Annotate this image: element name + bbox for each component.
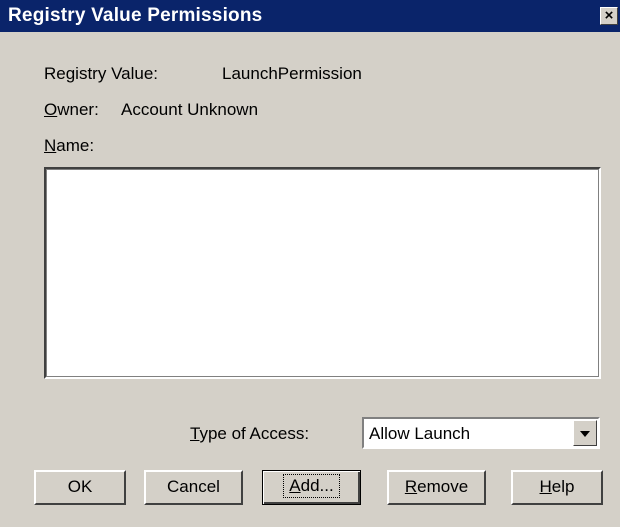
cancel-button[interactable]: Cancel — [144, 470, 243, 505]
type-of-access-value: Allow Launch — [369, 424, 471, 443]
window-title: Registry Value Permissions — [8, 5, 263, 26]
registry-value-permissions-dialog: Registry Value Permissions × Registry Va… — [0, 0, 620, 527]
name-label-rest: ame: — [56, 136, 95, 155]
help-mnemonic: H — [539, 477, 552, 496]
close-button[interactable]: × — [600, 7, 618, 25]
add-rest: dd... — [300, 476, 334, 495]
name-label: Name: — [44, 136, 94, 156]
owner-value: Account Unknown — [121, 100, 259, 119]
chevron-down-icon[interactable] — [573, 420, 597, 446]
owner-label-rest: wner: — [57, 100, 99, 119]
remove-button[interactable]: Remove — [387, 470, 486, 505]
help-button[interactable]: Help — [511, 470, 603, 505]
registry-value-text: LaunchPermission — [222, 64, 362, 83]
add-button[interactable]: Add... — [262, 470, 361, 505]
remove-rest: emove — [417, 477, 469, 496]
names-listbox[interactable] — [44, 167, 601, 379]
type-of-access-label: Type of Access: — [190, 424, 309, 444]
add-button-label: Add... — [283, 474, 340, 498]
remove-mnemonic: R — [404, 477, 418, 496]
name-label-mnemonic: N — [44, 136, 57, 155]
title-bar[interactable]: Registry Value Permissions × — [0, 0, 620, 32]
help-rest: elp — [551, 477, 575, 496]
owner-label-mnemonic: O — [44, 100, 58, 119]
type-of-access-rest: ype of Access: — [199, 424, 310, 443]
add-mnemonic: A — [289, 476, 301, 495]
registry-value-label: Registry Value: — [44, 64, 159, 83]
close-icon: × — [604, 7, 614, 24]
type-of-access-select[interactable]: Allow Launch — [362, 417, 600, 449]
owner-label: Owner: — [44, 100, 99, 120]
ok-button[interactable]: OK — [34, 470, 126, 505]
